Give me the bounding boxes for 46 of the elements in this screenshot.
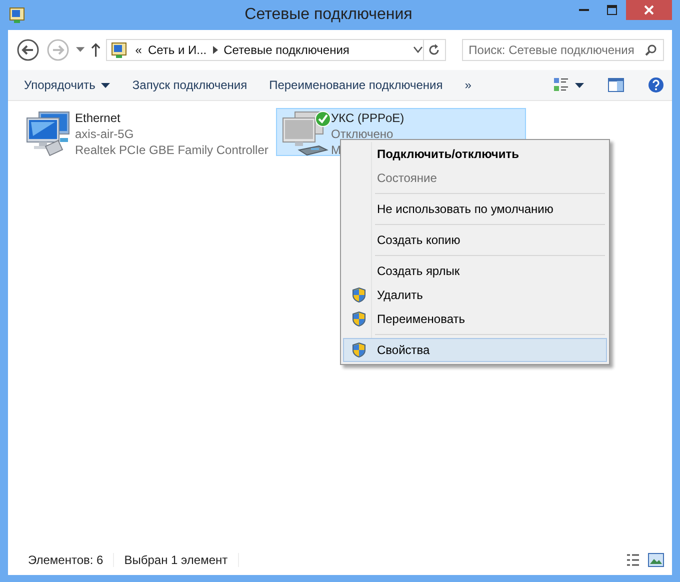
close-button[interactable] [626, 0, 672, 20]
search-icon [645, 44, 657, 56]
more-button[interactable]: » [456, 75, 480, 95]
chevron-icon [212, 46, 218, 54]
status-text: Выбран 1 элемент [114, 553, 239, 567]
toolbar-button[interactable]: Запуск подключения [124, 75, 256, 95]
connection-name: УКС (PPPoE) [331, 110, 404, 126]
menu-item[interactable]: Создать ярлык [343, 259, 607, 283]
menu-item[interactable]: Свойства [343, 338, 607, 362]
forward-icon [46, 38, 70, 62]
back-icon [16, 38, 40, 62]
menu-item[interactable]: Переименовать [343, 307, 607, 331]
status-text: Элементов: 6 [18, 553, 114, 567]
details-view-icon[interactable] [626, 553, 640, 567]
chevron-down-icon[interactable] [412, 46, 423, 54]
view-options-icon[interactable] [553, 77, 569, 93]
menu-item[interactable]: Создать копию [343, 228, 607, 252]
help-icon[interactable] [648, 77, 664, 93]
connection-status: axis-air-5G [75, 126, 135, 142]
connection-item[interactable]: Ethernet axis-air-5G Realtek PCIe GBE Family Controller [20, 108, 274, 156]
caret-icon[interactable] [575, 82, 584, 88]
breadcrumb[interactable]: Сетевые подключения [224, 43, 350, 57]
connection-status: Отключено [331, 126, 394, 142]
overflow-crumb[interactable]: « [135, 43, 142, 57]
connection-device: Realtek PCIe GBE Family Controller [75, 142, 268, 158]
preview-pane-icon[interactable] [608, 77, 624, 93]
toolbar-button[interactable]: Упорядочить [16, 75, 118, 95]
connection-name: Ethernet [75, 110, 122, 126]
minimize-icon [579, 9, 589, 11]
menu-item[interactable]: Удалить [343, 283, 607, 307]
refresh-icon [428, 44, 440, 56]
dropdown-arrow-icon[interactable] [76, 47, 85, 53]
toolbar-button[interactable]: Переименование подключения [261, 75, 451, 95]
close-icon [643, 4, 655, 16]
window-title: Сетевые подключения [244, 6, 414, 24]
back-button[interactable] [16, 38, 40, 62]
network-folder-icon[interactable] [7, 5, 27, 25]
large-icons-view-icon[interactable] [648, 553, 664, 567]
menu-item[interactable]: Не использовать по умолчанию [343, 197, 607, 221]
breadcrumb[interactable]: Сеть и И... [148, 43, 207, 57]
refresh-button[interactable] [422, 39, 446, 61]
search-field[interactable]: Поиск: Сетевые подключения [462, 39, 664, 61]
network-folder-icon [109, 40, 130, 60]
address-bar[interactable]: « Сеть и И... Сетевые подключения [106, 39, 424, 61]
maximize-icon [606, 4, 618, 16]
up-arrow-icon[interactable] [90, 43, 100, 57]
